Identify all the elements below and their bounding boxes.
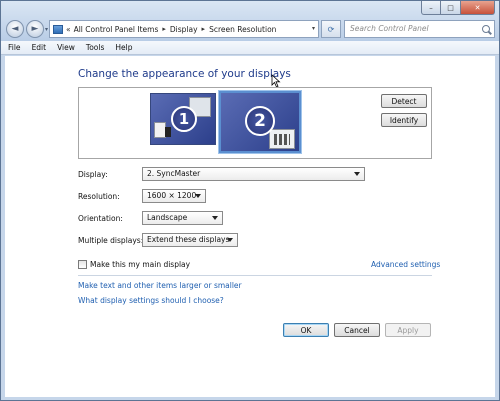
window-thumbnail-icon — [165, 127, 171, 137]
control-panel-icon — [53, 24, 63, 34]
search-icon[interactable] — [482, 25, 490, 33]
search-placeholder: Search Control Panel — [350, 24, 429, 33]
monitor-arrangement-panel: 1 2 Detect Identify — [78, 87, 432, 159]
orientation-value: Landscape — [147, 213, 188, 222]
search-input[interactable]: Search Control Panel — [344, 20, 495, 38]
keypad-icon — [274, 134, 290, 145]
window-controls: – □ ✕ — [421, 1, 495, 15]
mouse-cursor-icon — [271, 74, 281, 88]
multiple-displays-label: Multiple displays: — [78, 236, 144, 245]
screen-resolution-window: – □ ✕ ◄ ► ▾ « All Control Panel Items ▸ … — [0, 0, 500, 401]
text-size-link[interactable]: Make text and other items larger or smal… — [78, 281, 242, 290]
page-title: Change the appearance of your displays — [78, 68, 291, 80]
forward-arrow-icon: ► — [31, 24, 39, 34]
menu-tools[interactable]: Tools — [86, 43, 104, 52]
resolution-label: Resolution: — [78, 192, 120, 201]
breadcrumb-display[interactable]: Display — [170, 25, 198, 34]
address-bar[interactable]: « All Control Panel Items ▸ Display ▸ Sc… — [49, 20, 319, 38]
ok-button[interactable]: OK — [283, 323, 329, 337]
breadcrumb-separator-icon[interactable]: ▸ — [162, 25, 166, 33]
content-pane: Change the appearance of your displays 1… — [5, 56, 495, 397]
multiple-displays-value: Extend these displays — [147, 235, 230, 244]
chevron-down-icon — [195, 194, 201, 198]
monitor-1[interactable]: 1 — [150, 93, 216, 145]
main-display-checkbox[interactable] — [78, 260, 87, 269]
address-overflow-chevron[interactable]: « — [66, 25, 71, 34]
window-thumbnail-icon — [269, 129, 295, 149]
menu-file[interactable]: File — [8, 43, 21, 52]
orientation-select[interactable]: Landscape — [142, 211, 223, 225]
title-bar: – □ ✕ ◄ ► ▾ « All Control Panel Items ▸ … — [1, 1, 499, 41]
address-dropdown-icon[interactable]: ▾ — [312, 25, 315, 32]
recent-pages-dropdown[interactable]: ▾ — [45, 26, 48, 33]
back-arrow-icon: ◄ — [11, 24, 19, 34]
multiple-displays-select[interactable]: Extend these displays — [142, 233, 238, 247]
chevron-down-icon — [354, 172, 360, 176]
close-button[interactable]: ✕ — [461, 1, 495, 15]
display-value: 2. SyncMaster — [147, 169, 201, 178]
apply-button[interactable]: Apply — [385, 323, 431, 337]
menu-view[interactable]: View — [57, 43, 75, 52]
menu-edit[interactable]: Edit — [32, 43, 47, 52]
orientation-label: Orientation: — [78, 214, 123, 223]
advanced-settings-link[interactable]: Advanced settings — [371, 260, 440, 269]
divider — [78, 275, 432, 276]
identify-button[interactable]: Identify — [381, 113, 427, 127]
minimize-button[interactable]: – — [421, 1, 441, 15]
refresh-icon: ⟳ — [327, 24, 335, 34]
forward-button[interactable]: ► — [26, 20, 44, 38]
refresh-button[interactable]: ⟳ — [321, 20, 341, 38]
breadcrumb-screen-resolution[interactable]: Screen Resolution — [209, 25, 276, 34]
breadcrumb-separator-icon[interactable]: ▸ — [202, 25, 206, 33]
resolution-value: 1600 × 1200 — [147, 191, 197, 200]
chevron-down-icon — [227, 238, 233, 242]
monitor-number-badge: 1 — [171, 106, 197, 132]
chevron-down-icon — [212, 216, 218, 220]
monitor-number-badge: 2 — [245, 106, 275, 136]
main-display-label[interactable]: Make this my main display — [90, 260, 190, 269]
cancel-button[interactable]: Cancel — [334, 323, 380, 337]
detect-button[interactable]: Detect — [381, 94, 427, 108]
back-button[interactable]: ◄ — [6, 20, 24, 38]
display-label: Display: — [78, 170, 108, 179]
display-settings-help-link[interactable]: What display settings should I choose? — [78, 296, 224, 305]
menu-bar: File Edit View Tools Help — [1, 41, 499, 55]
maximize-button[interactable]: □ — [441, 1, 461, 15]
menu-help[interactable]: Help — [115, 43, 132, 52]
monitor-2[interactable]: 2 — [219, 91, 301, 153]
display-select[interactable]: 2. SyncMaster — [142, 167, 365, 181]
breadcrumb-all-control-panel-items[interactable]: All Control Panel Items — [74, 25, 159, 34]
resolution-select[interactable]: 1600 × 1200 — [142, 189, 206, 203]
